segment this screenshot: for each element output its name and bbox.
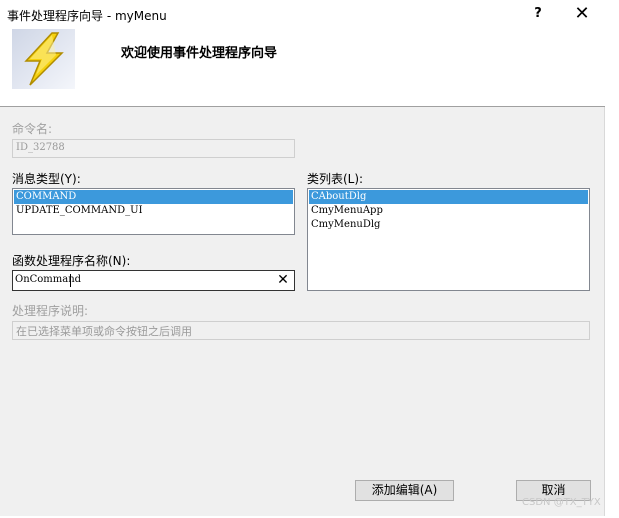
class-item-cmymenudlg[interactable]: CmyMenuDlg bbox=[309, 218, 588, 232]
handler-name-value: OnCommand bbox=[15, 274, 82, 285]
handler-name-input[interactable]: OnCommand ✕ bbox=[12, 270, 295, 291]
class-listbox[interactable]: CAboutDlg CmyMenuApp CmyMenuDlg bbox=[307, 188, 590, 291]
class-list-label: 类列表(L): bbox=[307, 172, 364, 186]
wizard-banner: 欢迎使用事件处理程序向导 bbox=[0, 28, 605, 107]
close-button[interactable]: ✕ bbox=[560, 0, 604, 28]
background-strip bbox=[605, 0, 619, 518]
clear-icon[interactable]: ✕ bbox=[275, 272, 291, 289]
watermark: CSDN @TX_TYX bbox=[522, 497, 601, 508]
message-type-item-command[interactable]: COMMAND bbox=[14, 190, 293, 204]
handler-description-field: 在已选择菜单项或命令按钮之后调用 bbox=[12, 321, 590, 340]
help-button[interactable]: ? bbox=[516, 0, 560, 28]
command-name-field: ID_32788 bbox=[12, 139, 295, 158]
title-bar: 事件处理程序向导 - myMenu ? ✕ bbox=[0, 0, 605, 28]
message-type-listbox[interactable]: COMMAND UPDATE_COMMAND_UI bbox=[12, 188, 295, 235]
command-name-label: 命令名: bbox=[12, 122, 53, 136]
banner-title: 欢迎使用事件处理程序向导 bbox=[121, 46, 278, 61]
handler-description-label: 处理程序说明: bbox=[12, 304, 89, 318]
class-item-caboutdlg[interactable]: CAboutDlg bbox=[309, 190, 588, 204]
class-item-cmymenuapp[interactable]: CmyMenuApp bbox=[309, 204, 588, 218]
message-type-item-update-command-ui[interactable]: UPDATE_COMMAND_UI bbox=[14, 204, 293, 218]
message-type-label: 消息类型(Y): bbox=[12, 172, 81, 186]
add-edit-button[interactable]: 添加编辑(A) bbox=[355, 480, 454, 501]
text-caret bbox=[70, 274, 71, 287]
handler-name-label: 函数处理程序名称(N): bbox=[12, 254, 131, 268]
window-title: 事件处理程序向导 - myMenu bbox=[7, 9, 167, 23]
lightning-icon bbox=[12, 29, 75, 89]
event-handler-wizard-dialog: 事件处理程序向导 - myMenu ? ✕ 欢迎使用事件处理程序向导 命令名: … bbox=[0, 0, 605, 516]
